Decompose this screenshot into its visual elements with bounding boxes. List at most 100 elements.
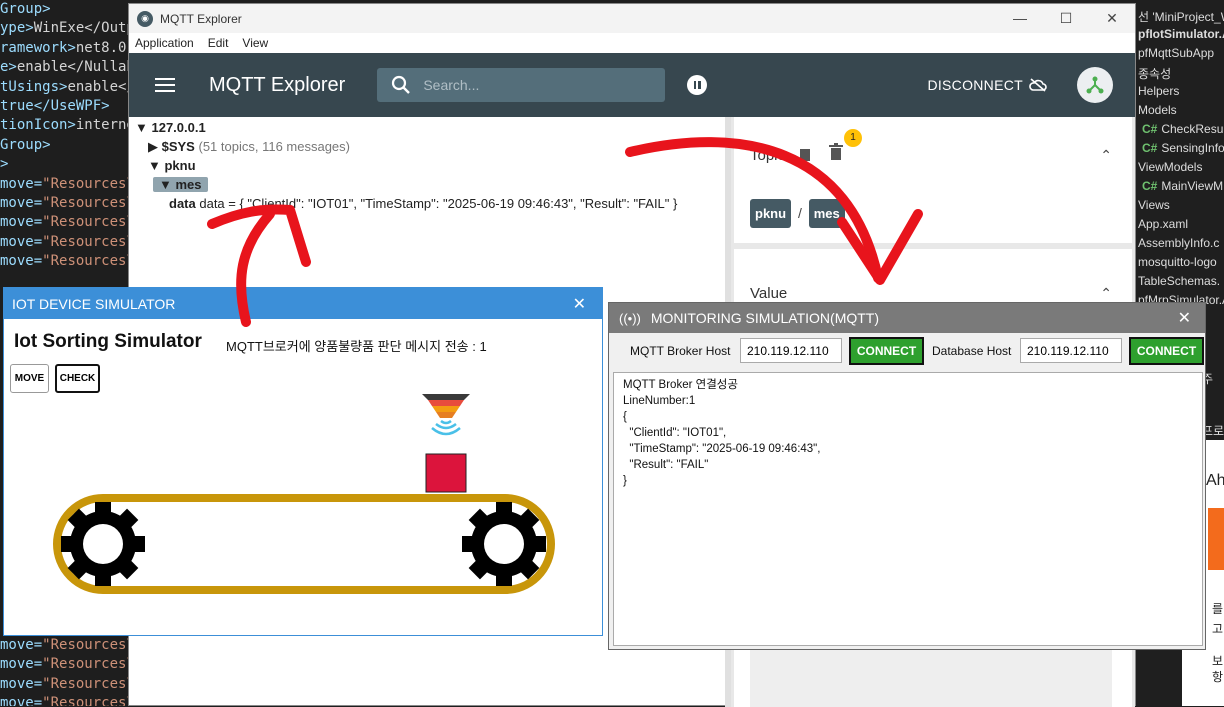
code-line: move="Resources\a <box>0 233 130 250</box>
code-lines-bottom: move="Resources\c move="Resources\c move="… <box>0 636 130 706</box>
code-line: move="Resources\b <box>0 253 130 270</box>
tree-node-mes[interactable]: ▼ mes <box>135 177 677 196</box>
data-value: data = { "ClientId": "IOT01", "TimeStamp… <box>199 196 678 211</box>
menu-bar: Application Edit View <box>129 33 1135 53</box>
code-line: move="Resources\c <box>0 656 130 673</box>
solution-fragment: 를 <box>1212 602 1224 616</box>
solution-item[interactable]: pfMqttSubApp <box>1138 46 1214 60</box>
code-line: > <box>0 156 9 173</box>
menu-view[interactable]: View <box>242 36 268 50</box>
monitoring-titlebar: ((•)) MONITORING SIMULATION(MQTT) ✕ <box>609 303 1205 333</box>
log-output[interactable]: MQTT Broker 연결성공 LineNumber:1 { "ClientI… <box>613 372 1203 646</box>
solution-item[interactable]: C# CheckResult <box>1142 122 1224 136</box>
value-label: Value <box>750 285 788 302</box>
monitoring-close-button[interactable]: ✕ <box>1178 308 1191 328</box>
solution-item[interactable]: TableSchemas. <box>1138 274 1220 288</box>
tree-node-sys[interactable]: ▶ $SYS (51 topics, 116 messages) <box>135 139 677 158</box>
copy-icon[interactable] <box>798 145 814 163</box>
solution-fragment: 보 <box>1212 654 1224 668</box>
solution-item[interactable]: Views <box>1138 198 1170 212</box>
solution-item[interactable]: Helpers <box>1138 84 1179 98</box>
iot-close-button[interactable]: ✕ <box>573 294 586 314</box>
code-line: move="Resources\a <box>0 195 130 212</box>
solution-item[interactable]: 선 'MiniProject_W <box>1138 8 1224 25</box>
code-line: move="Resources\a <box>0 214 130 231</box>
maximize-button[interactable]: ☐ <box>1043 10 1089 27</box>
solution-item[interactable]: pfIotSimulator.A <box>1138 27 1224 41</box>
topic-chip-pknu[interactable]: pknu <box>750 199 792 228</box>
solution-item[interactable]: C# MainViewM <box>1142 179 1223 193</box>
code-line: e>enable</Nullab <box>0 59 130 76</box>
cloud-off-icon <box>1029 78 1047 92</box>
menu-edit[interactable]: Edit <box>208 36 229 50</box>
topic-label: Topic <box>750 147 786 164</box>
code-line: ype>WinExe</OutputT <box>0 20 130 37</box>
log-scrollbar[interactable] <box>1187 373 1199 643</box>
delete-icon[interactable] <box>828 143 844 161</box>
disconnect-label: DISCONNECT <box>927 77 1023 93</box>
pause-icon[interactable] <box>687 75 708 95</box>
database-host-input[interactable] <box>1020 338 1122 363</box>
code-line: tionIcon>interne <box>0 117 130 134</box>
tree-node-pknu[interactable]: ▼ pknu <box>135 158 677 177</box>
app-title: MQTT Explorer <box>209 73 346 96</box>
sys-count: (51 topics, 116 messages) <box>198 139 350 154</box>
iot-window-title: IOT DEVICE SIMULATOR <box>12 295 176 312</box>
iot-titlebar: IOT DEVICE SIMULATOR ✕ <box>4 288 602 319</box>
code-line: ramework>net8.0-w <box>0 39 130 56</box>
code-line: Group> <box>0 1 51 17</box>
broker-connect-button[interactable]: CONNECT <box>849 337 924 365</box>
minimize-button[interactable]: — <box>997 10 1043 27</box>
topic-path: pknu / mes <box>750 199 845 228</box>
solution-fragment: 고 <box>1212 622 1224 636</box>
code-line: Group> <box>0 136 51 153</box>
left-gear-icon <box>61 502 145 586</box>
code-line: tUsings>enable</I <box>0 78 130 95</box>
solution-item[interactable]: C# SensingInfo <box>1142 141 1224 155</box>
value-collapse-chevron-icon[interactable]: ⌃ <box>1100 285 1112 302</box>
database-host-label: Database Host <box>932 344 1012 358</box>
code-lines: Group> ype>WinExe</OutputT ramework>net8.0… <box>0 0 130 272</box>
app-bar: MQTT Explorer DISCONNECT <box>129 53 1135 117</box>
solution-item[interactable]: ViewModels <box>1138 160 1202 174</box>
search-input[interactable] <box>423 77 644 93</box>
close-button[interactable]: ✕ <box>1089 10 1135 27</box>
tree-node-host[interactable]: ▼ 127.0.0.1 <box>135 120 677 139</box>
collapse-chevron-icon[interactable]: ⌃ <box>1100 147 1112 164</box>
conveyor-scene <box>53 394 555 594</box>
topic-card: Topic 1 ⌃ pknu / mes <box>734 117 1132 243</box>
search-icon <box>392 75 411 94</box>
solution-fragment: 항 <box>1212 670 1224 684</box>
monitoring-title: MONITORING SIMULATION(MQTT) <box>650 310 880 326</box>
code-line: move="Resources\c <box>0 675 130 692</box>
product-box <box>425 453 467 493</box>
solution-item[interactable]: App.xaml <box>1138 217 1188 231</box>
topic-tree: ▼ 127.0.0.1 ▶ $SYS (51 topics, 116 messa… <box>135 120 677 215</box>
hamburger-menu-icon[interactable] <box>155 74 175 96</box>
network-icon <box>1086 76 1104 94</box>
connection-avatar[interactable] <box>1077 67 1113 103</box>
solution-item[interactable]: mosquitto-logo <box>1138 255 1217 269</box>
solution-item[interactable]: 종속성 <box>1138 65 1171 82</box>
simulator-heading: Iot Sorting Simulator <box>14 331 202 352</box>
csharp-icon: C# <box>1142 179 1158 193</box>
disconnect-button[interactable]: DISCONNECT <box>927 77 1047 93</box>
topic-badge: 1 <box>844 129 862 147</box>
topic-separator: / <box>797 205 802 221</box>
tree-node-data[interactable]: data data = { "ClientId": "IOT01", "Time… <box>135 196 677 215</box>
topic-chip-mes[interactable]: mes <box>808 199 845 228</box>
status-message: MQTT브로커에 양품불량품 판단 메시지 전송 : 1 <box>226 339 487 354</box>
csharp-icon: C# <box>1142 122 1158 136</box>
database-connect-button[interactable]: CONNECT <box>1129 337 1204 365</box>
menu-application[interactable]: Application <box>135 36 194 50</box>
csharp-icon: C# <box>1142 141 1158 155</box>
solution-item[interactable]: AssemblyInfo.c <box>1138 236 1219 250</box>
search-box[interactable] <box>377 68 666 102</box>
solution-item[interactable]: Models <box>1138 103 1177 117</box>
broadcast-icon: ((•)) <box>619 310 641 326</box>
broker-host-input[interactable] <box>740 338 842 363</box>
window-title: MQTT Explorer <box>160 11 242 26</box>
code-line: move="Resources\a <box>0 175 130 192</box>
code-line: move="Resources\c <box>0 637 130 653</box>
code-line: move="Resources\c <box>0 695 130 706</box>
